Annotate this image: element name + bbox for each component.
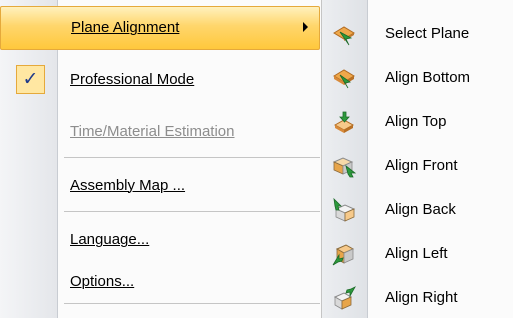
menu-item-label: Plane Alignment bbox=[71, 19, 180, 36]
align-right-icon bbox=[333, 286, 356, 310]
align-back-icon bbox=[333, 197, 356, 222]
align-top-icon bbox=[333, 111, 355, 133]
menu-item-label: Time/Material Estimation bbox=[70, 123, 235, 140]
context-menu: Plane Alignment ✓ Professional Mode Time… bbox=[0, 0, 322, 318]
menu-item-label: Assembly Map ... bbox=[70, 177, 186, 194]
menu-item-assembly-map[interactable]: Assembly Map ... bbox=[0, 164, 320, 208]
menu-item-label: Options... bbox=[70, 273, 135, 290]
submenu-item-label: Align Left bbox=[385, 245, 448, 262]
submenu-item-label: Align Right bbox=[385, 289, 458, 306]
menu-item-language[interactable]: Language... bbox=[0, 218, 320, 262]
submenu-item-align-right[interactable]: Align Right bbox=[322, 276, 513, 320]
select-plane-icon bbox=[333, 26, 355, 46]
submenu-arrow-icon bbox=[303, 22, 308, 32]
menu-item-options[interactable]: Options... bbox=[0, 260, 320, 304]
submenu-item-align-top[interactable]: Align Top bbox=[322, 100, 513, 144]
menu-separator bbox=[64, 157, 320, 158]
checkmark-icon: ✓ bbox=[16, 65, 45, 94]
menu-separator bbox=[64, 303, 320, 304]
submenu-item-label: Align Front bbox=[385, 157, 458, 174]
align-bottom-icon bbox=[333, 69, 355, 89]
plane-alignment-submenu: Select Plane Align Bottom Align Top Alig… bbox=[322, 0, 513, 318]
submenu-item-label: Select Plane bbox=[385, 25, 470, 42]
align-front-icon bbox=[332, 157, 357, 178]
submenu-item-align-back[interactable]: Align Back bbox=[322, 188, 513, 232]
submenu-item-label: Align Top bbox=[385, 113, 447, 130]
menu-item-professional-mode[interactable]: ✓ Professional Mode bbox=[0, 58, 320, 102]
submenu-item-align-bottom[interactable]: Align Bottom bbox=[322, 56, 513, 100]
menu-item-plane-alignment[interactable]: Plane Alignment bbox=[0, 6, 320, 50]
submenu-item-align-front[interactable]: Align Front bbox=[322, 144, 513, 188]
submenu-item-label: Align Back bbox=[385, 201, 456, 218]
submenu-item-align-left[interactable]: Align Left bbox=[322, 232, 513, 276]
submenu-item-select-plane[interactable]: Select Plane bbox=[322, 12, 513, 56]
menu-item-time-material-estimation: Time/Material Estimation bbox=[0, 110, 320, 154]
align-left-icon bbox=[332, 244, 355, 266]
submenu-item-label: Align Bottom bbox=[385, 69, 471, 86]
menu-item-label: Professional Mode bbox=[70, 71, 195, 88]
menu-item-label: Language... bbox=[70, 231, 150, 248]
menu-separator bbox=[64, 211, 320, 212]
